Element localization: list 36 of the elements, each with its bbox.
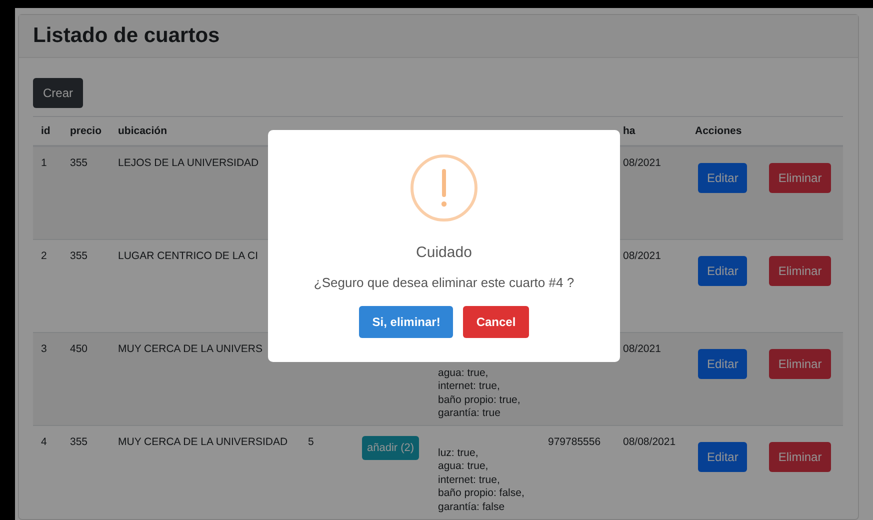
table-cell: 5 [300,425,350,518]
table-cell: 1 [33,146,62,239]
table-cell: LUGAR CENTRICO DE LA CI [110,239,300,332]
warning-icon [410,154,478,222]
table-cell: 4 [33,425,62,518]
delete-button[interactable]: Eliminar [769,348,831,378]
delete-button[interactable]: Eliminar [769,163,831,193]
create-button[interactable]: Crear [33,78,84,108]
edit-button[interactable]: Editar [698,256,748,286]
table-cell: 3 [33,332,62,425]
table-cell: 979785556 [540,425,615,518]
edit-button[interactable]: Editar [698,348,748,378]
table-cell: 2 [33,239,62,332]
table-cell: 08/08/2021 [615,425,687,518]
cancel-button[interactable]: Cancel [463,306,529,338]
page-title: Listado de cuartos [33,23,221,49]
table-cell: 355 [62,146,110,239]
delete-button[interactable]: Eliminar [769,256,831,286]
table-cell: MUY CERCA DE LA UNIVERSIDAD [110,425,300,518]
table-cell: LEJOS DE LA UNIVERSIDAD [110,146,300,239]
add-button[interactable]: añadir (2) [362,436,420,460]
dialog-message: ¿Seguro que desea eliminar este cuarto #4 ? [314,275,574,290]
edit-button[interactable]: Editar [698,163,748,193]
delete-button[interactable]: Eliminar [769,442,831,472]
table-cell: 08/2021 [615,239,687,332]
table-cell: 355 [62,239,110,332]
table-cell: MUY CERCA DE LA UNIVERS [110,332,300,425]
confirm-button[interactable]: Si, eliminar! [359,306,454,338]
table-cell-text: luz: true, agua: true, internet: true, baño propio: false, garantía: false [438,446,526,514]
edit-button[interactable]: Editar [698,442,748,472]
table-cell: 08/2021 [615,332,687,425]
table-cell: 355 [62,425,110,518]
table-cell-text: agua: true, internet: true, baño propio: true, garantía: true [438,366,522,420]
table-cell: 450 [62,332,110,425]
table-cell: 08/2021 [615,146,687,239]
dialog-title: Cuidado [416,244,472,261]
